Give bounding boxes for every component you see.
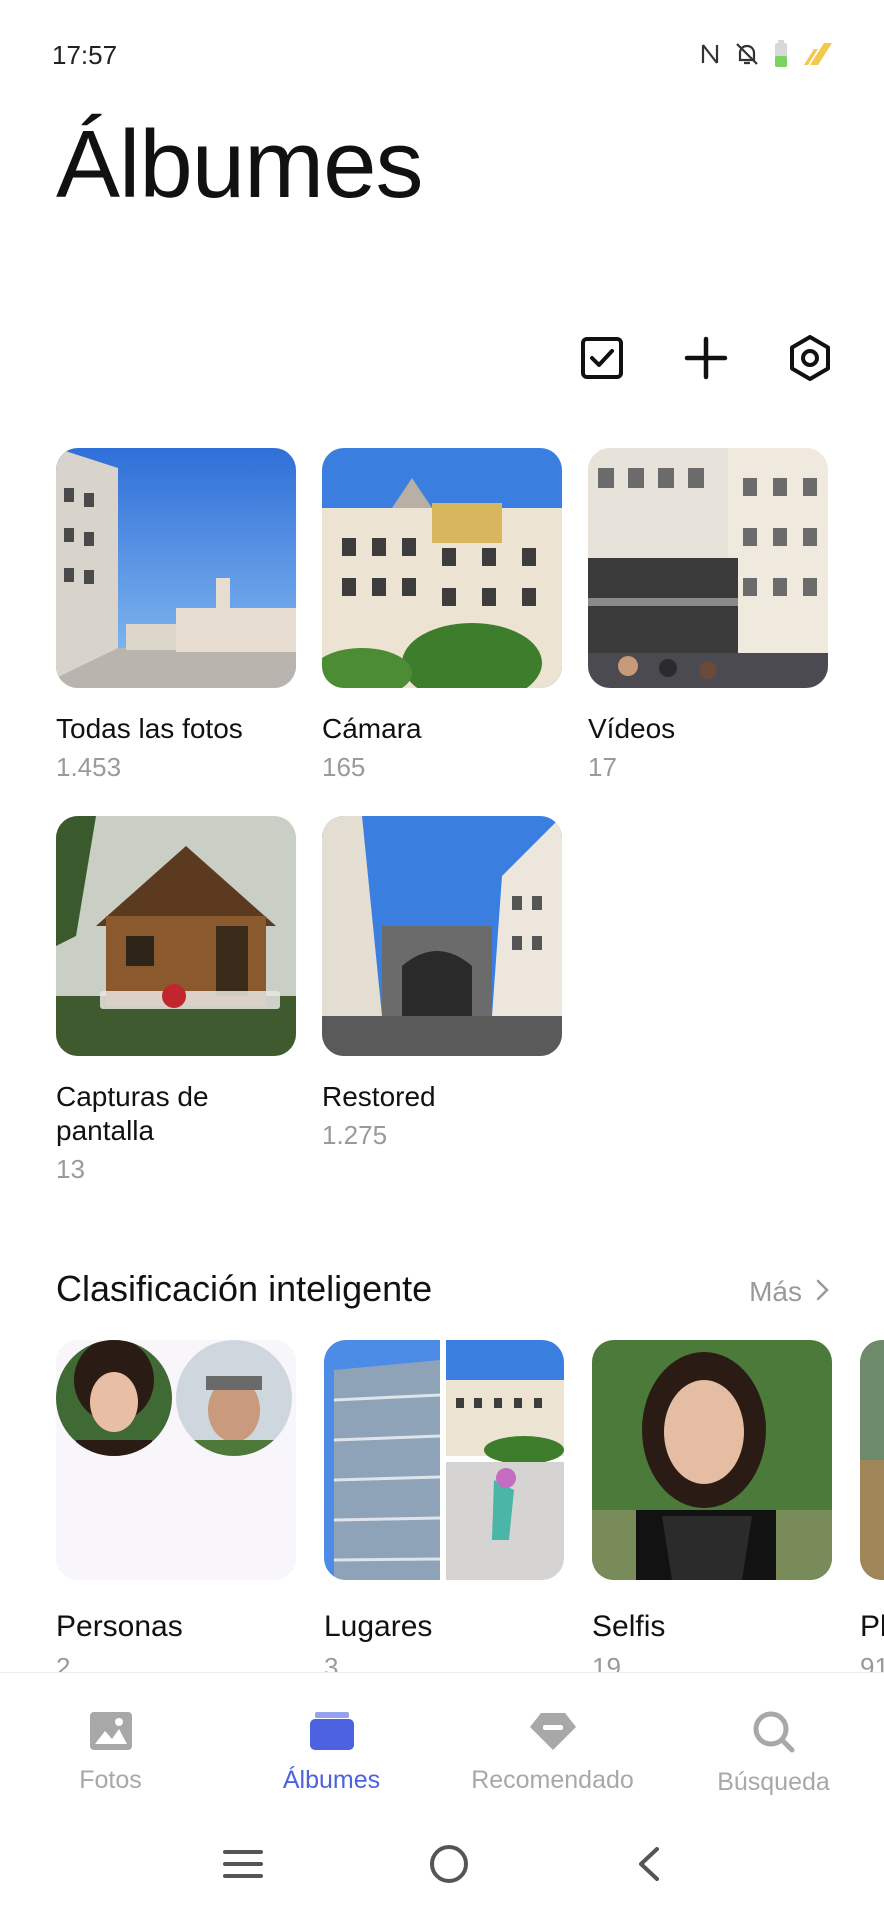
- smart-thumbnail: [324, 1340, 564, 1580]
- nav-label: Recomendado: [471, 1766, 634, 1794]
- smart-more-link[interactable]: Más: [749, 1276, 830, 1308]
- system-nav-bar: [0, 1812, 884, 1920]
- album-name: Capturas de pantalla: [56, 1081, 209, 1146]
- charging-icon: [802, 41, 834, 67]
- smart-item-lugares[interactable]: Lugares 3: [324, 1340, 564, 1680]
- menu-icon[interactable]: [223, 1848, 263, 1885]
- album-count: 1.453: [56, 752, 122, 782]
- smart-row: Personas 2 Lugares 3 Selfis 19 Pl 91: [56, 1340, 884, 1680]
- album-thumbnail: [588, 448, 828, 688]
- more-label: Más: [749, 1276, 802, 1307]
- status-time: 17:57: [52, 40, 118, 70]
- photo-icon: [89, 1711, 133, 1756]
- smart-thumbnail: [860, 1340, 884, 1580]
- album-name: Restored: [322, 1081, 436, 1112]
- album-count: 1.275: [322, 1120, 388, 1150]
- status-icons: [700, 40, 834, 68]
- settings-button[interactable]: [786, 334, 834, 386]
- album-name: Todas las fotos: [56, 713, 243, 744]
- add-icon: [684, 336, 728, 385]
- add-album-button[interactable]: [682, 336, 730, 384]
- smart-item-partial[interactable]: Pl 91: [860, 1340, 884, 1680]
- album-thumbnail: [322, 448, 562, 688]
- battery-icon: [774, 40, 788, 68]
- smart-section-title: Clasificación inteligente: [56, 1268, 433, 1309]
- back-icon[interactable]: [635, 1846, 661, 1887]
- smart-thumbnail: [592, 1340, 832, 1580]
- search-icon: [753, 1711, 795, 1758]
- album-name: Cámara: [322, 713, 422, 744]
- settings-icon: [788, 334, 832, 386]
- home-icon[interactable]: [429, 1844, 469, 1889]
- album-count: 13: [56, 1154, 85, 1184]
- smart-item-selfis[interactable]: Selfis 19: [592, 1340, 832, 1680]
- select-button[interactable]: [578, 336, 626, 384]
- nav-recomendado[interactable]: Recomendado: [442, 1673, 663, 1812]
- nav-fotos[interactable]: Fotos: [0, 1673, 221, 1812]
- album-capturas[interactable]: Capturas de pantalla 13: [56, 816, 296, 1185]
- album-name: Vídeos: [588, 713, 676, 744]
- page-title: Álbumes: [56, 111, 423, 218]
- album-count: 17: [588, 752, 617, 782]
- album-restored[interactable]: Restored 1.275: [322, 816, 562, 1151]
- select-icon: [580, 336, 624, 385]
- album-icon: [309, 1711, 355, 1756]
- album-thumbnail: [322, 816, 562, 1056]
- tag-icon: [529, 1711, 577, 1756]
- album-todas-las-fotos[interactable]: Todas las fotos 1.453: [56, 448, 296, 783]
- smart-name: Lugares: [324, 1610, 433, 1643]
- nav-busqueda[interactable]: Búsqueda: [663, 1673, 884, 1812]
- smart-item-personas[interactable]: Personas 2: [56, 1340, 296, 1680]
- album-count: 165: [322, 752, 366, 782]
- album-camara[interactable]: Cámara 165: [322, 448, 562, 783]
- smart-thumbnail: [56, 1340, 296, 1580]
- toolbar: [578, 334, 834, 386]
- nav-label: Fotos: [79, 1766, 142, 1794]
- album-thumbnail: [56, 448, 296, 688]
- nav-albumes[interactable]: Álbumes: [221, 1673, 442, 1812]
- bottom-nav: Fotos Álbumes Recomendado Búsqueda: [0, 1672, 884, 1812]
- bell-off-icon: [734, 41, 760, 67]
- chevron-right-icon: [816, 1276, 830, 1308]
- nfc-icon: [700, 42, 720, 66]
- nav-label: Búsqueda: [717, 1768, 830, 1796]
- smart-name: Selfis: [592, 1610, 666, 1643]
- status-bar: 17:57: [0, 0, 884, 110]
- album-thumbnail: [56, 816, 296, 1056]
- album-videos[interactable]: Vídeos 17: [588, 448, 828, 783]
- nav-label: Álbumes: [282, 1766, 381, 1794]
- smart-name: Pl: [860, 1610, 884, 1643]
- smart-name: Personas: [56, 1610, 183, 1643]
